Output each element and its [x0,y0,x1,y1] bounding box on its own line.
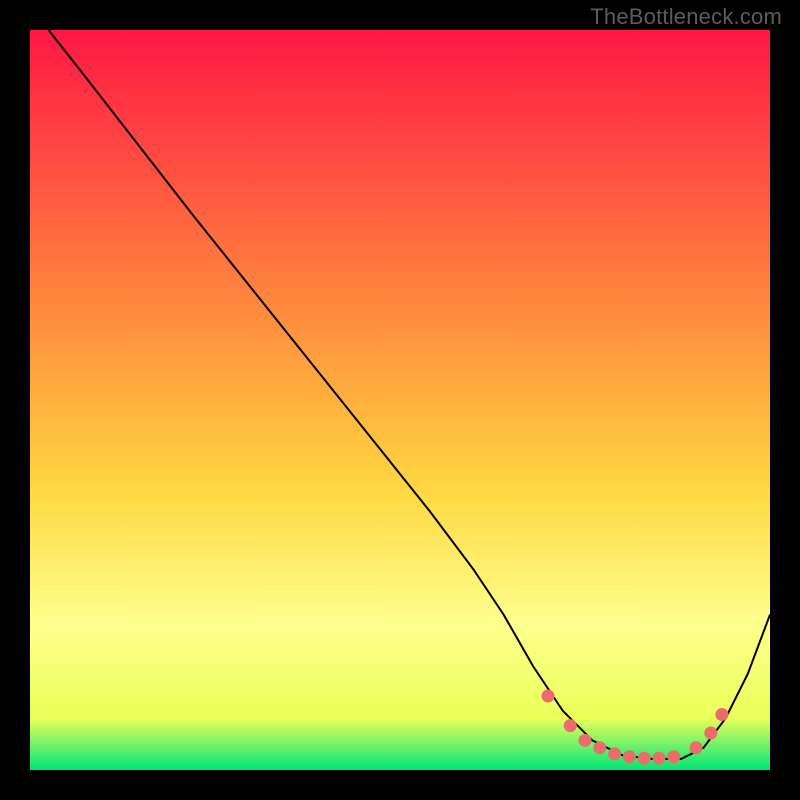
optimal-marker [705,727,717,739]
bottleneck-chart [0,0,800,800]
optimal-marker [638,752,650,764]
optimal-marker [542,690,554,702]
gradient-plot-area [30,30,770,770]
optimal-marker [653,752,665,764]
optimal-marker [594,742,606,754]
optimal-marker [623,751,635,763]
optimal-marker [564,720,576,732]
optimal-marker [609,748,621,760]
optimal-marker [716,709,728,721]
chart-stage: TheBottleneck.com [0,0,800,800]
optimal-marker [690,742,702,754]
watermark-text: TheBottleneck.com [590,4,782,30]
optimal-marker [668,751,680,763]
optimal-marker [579,734,591,746]
